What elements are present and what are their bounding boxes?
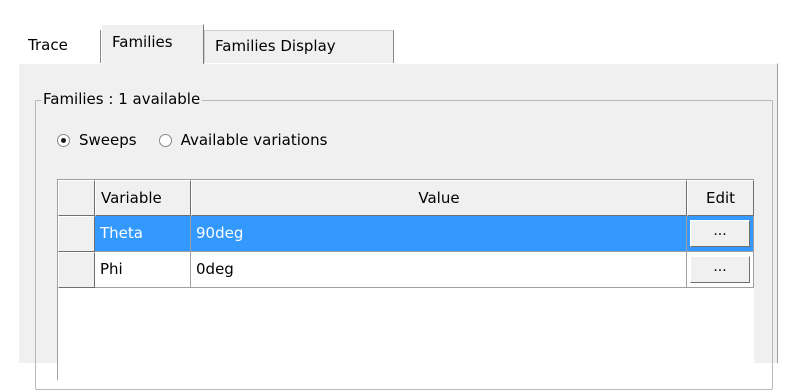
- edit-column-header[interactable]: Edit: [687, 180, 754, 216]
- radio-unchecked-icon[interactable]: [158, 133, 172, 147]
- variable-column-header[interactable]: Variable: [95, 180, 191, 216]
- variable-cell[interactable]: Phi: [95, 252, 191, 288]
- sweeps-radio[interactable]: Sweeps: [57, 131, 137, 149]
- edit-ellipsis-button[interactable]: ...: [690, 220, 750, 247]
- table-row[interactable]: Phi 0deg ...: [58, 252, 754, 288]
- variable-cell[interactable]: Theta: [95, 216, 191, 252]
- group-title: Families : 1 available: [41, 87, 203, 111]
- tab-strip: Trace Families Families Display: [18, 22, 778, 64]
- families-dialog: Trace Families Families Display Families…: [0, 0, 785, 390]
- radio-checked-icon[interactable]: [57, 133, 70, 147]
- edit-cell: ...: [687, 252, 754, 288]
- families-panel: Families : 1 available Sweeps Available …: [18, 63, 778, 390]
- tab-families[interactable]: Families: [101, 24, 204, 64]
- row-header[interactable]: [58, 252, 95, 288]
- variables-grid[interactable]: Variable Value Edit Theta 90deg ... Phi …: [57, 179, 754, 380]
- edit-cell: ...: [687, 216, 754, 252]
- value-column-header[interactable]: Value: [191, 180, 687, 216]
- corner-header[interactable]: [58, 180, 95, 216]
- sweeps-radio-label: Sweeps: [79, 131, 137, 149]
- mode-radio-group: Sweeps Available variations: [57, 127, 349, 153]
- grid-header-row: Variable Value Edit: [58, 180, 754, 216]
- available-variations-radio-label: Available variations: [180, 131, 328, 149]
- value-cell[interactable]: 0deg: [191, 252, 687, 288]
- tab-trace[interactable]: Trace: [18, 30, 101, 64]
- edit-ellipsis-button[interactable]: ...: [690, 256, 750, 283]
- tab-families-display[interactable]: Families Display: [204, 30, 394, 64]
- table-row[interactable]: Theta 90deg ...: [58, 216, 754, 252]
- available-variations-radio[interactable]: Available variations: [158, 131, 328, 149]
- row-header[interactable]: [58, 216, 95, 252]
- value-cell[interactable]: 90deg: [191, 216, 687, 252]
